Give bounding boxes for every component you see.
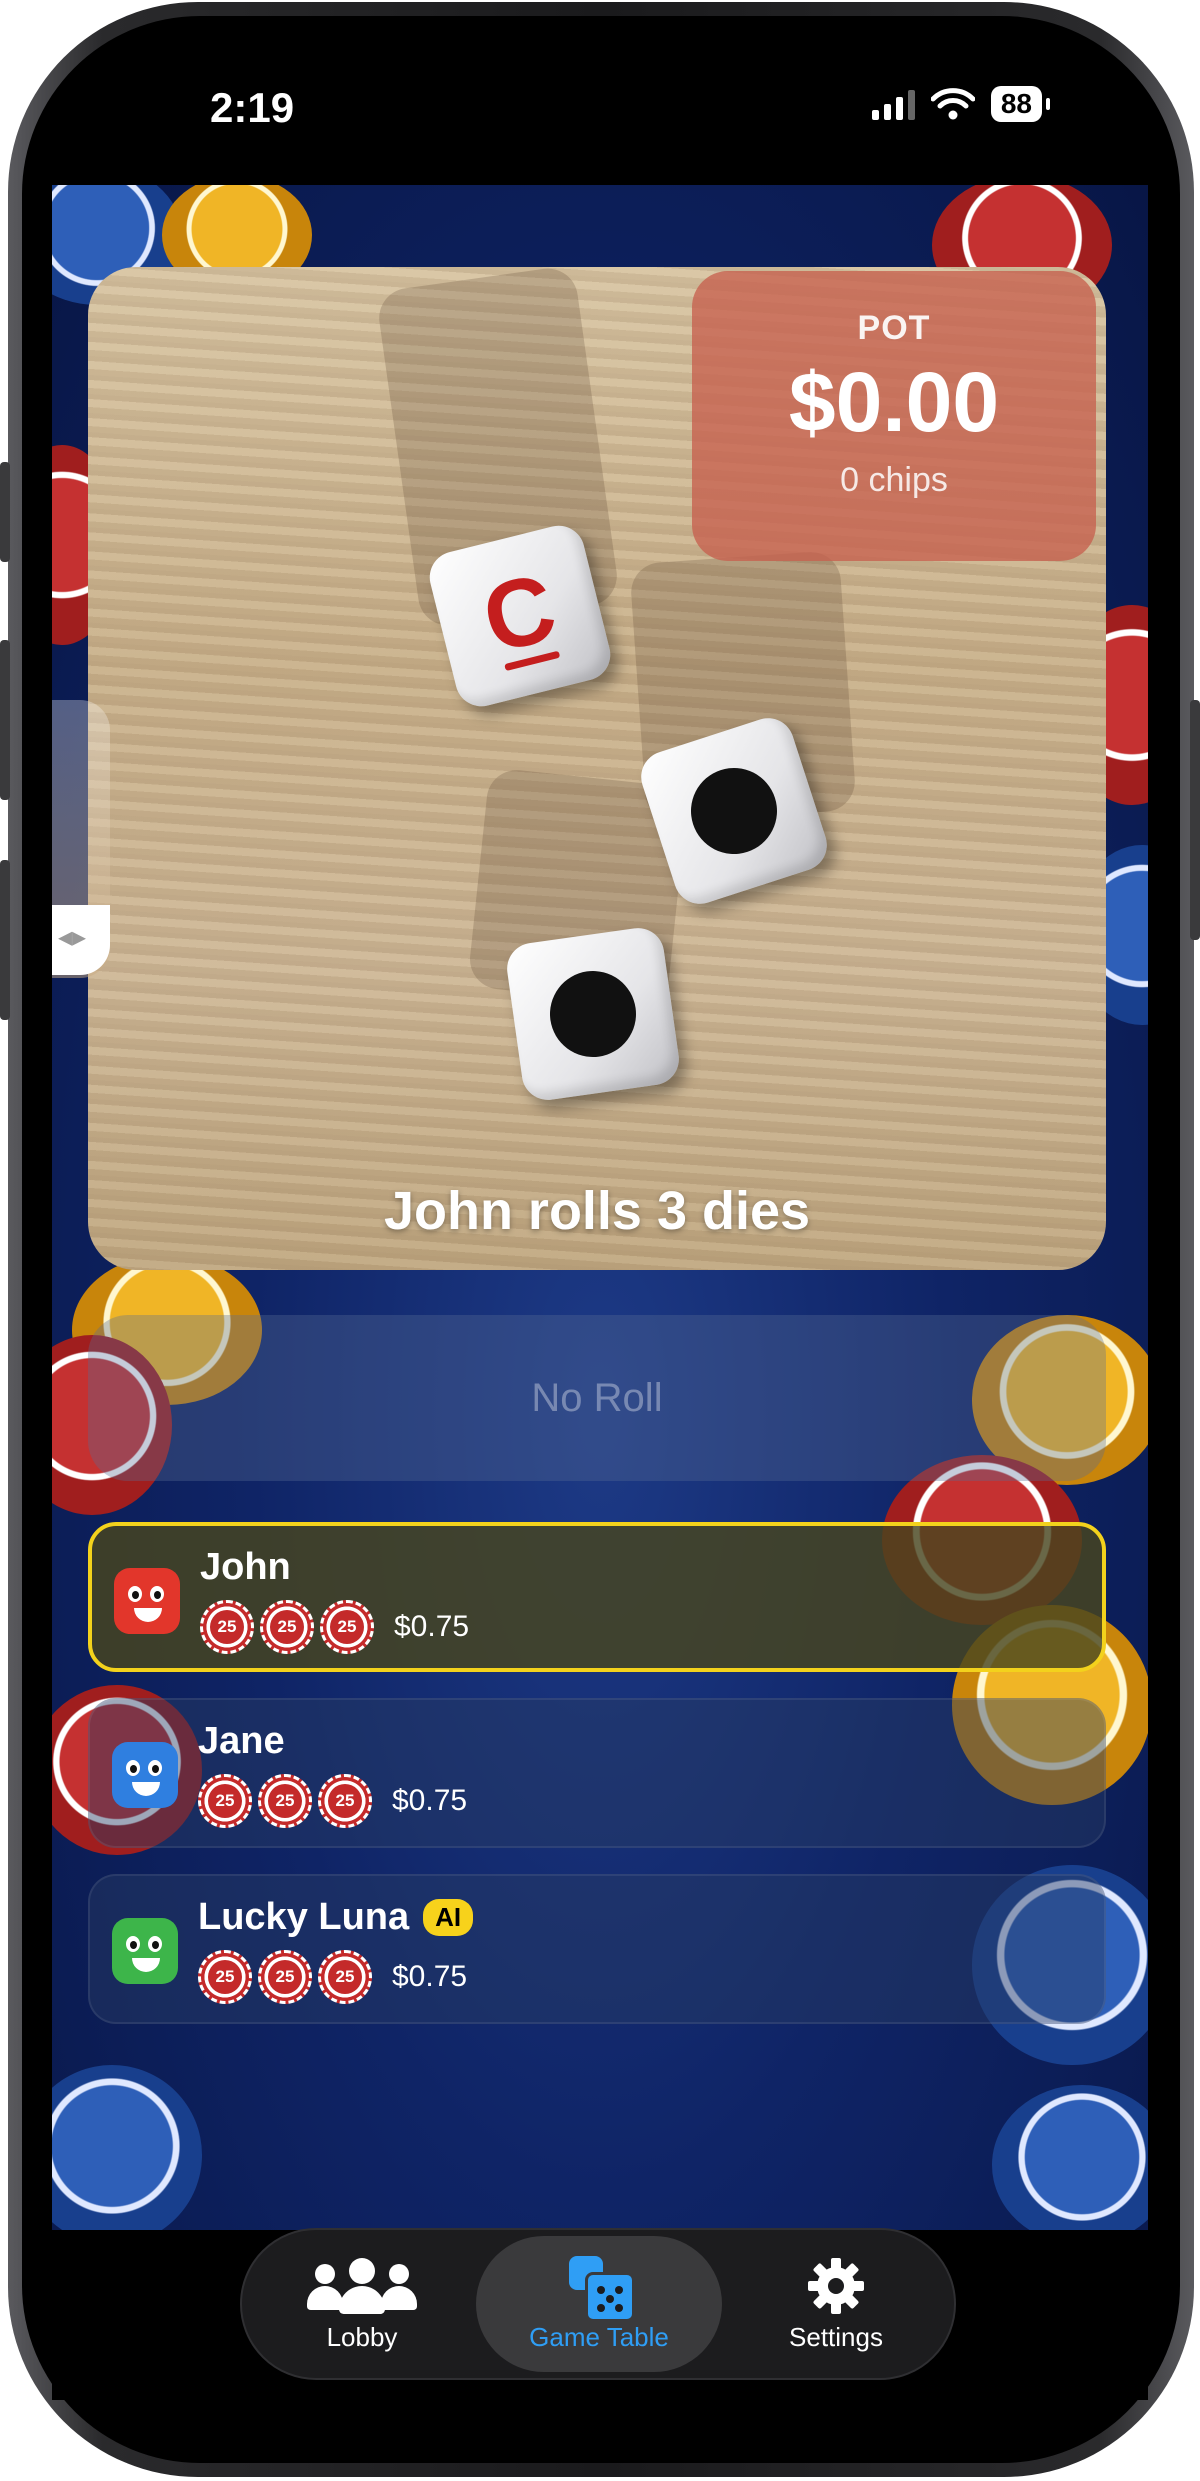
roll-caption: John rolls 3 dies [383,1181,811,1241]
player-name-text: Lucky Luna [198,1896,410,1938]
player-name: John [200,1546,291,1589]
die-pip [679,756,789,866]
decorative-chip [52,2065,202,2230]
battery-indicator: 88 [990,86,1051,122]
player-chips: 25 25 25 $0.75 [198,1774,467,1828]
player-name-text: John [200,1546,291,1588]
chip-value: 25 [328,1960,362,1994]
tab-lobby[interactable]: Lobby [262,2236,462,2372]
chip-icon: 25 [260,1600,314,1654]
player-name: Jane [198,1720,285,1763]
chip-icon: 25 [318,1774,372,1828]
chip-value: 25 [210,1610,244,1644]
decorative-chip [992,2085,1148,2230]
player-balance: $0.75 [392,1784,468,1817]
chip-value: 25 [208,1960,242,1994]
chip-icon: 25 [318,1950,372,2004]
gear-icon [806,2256,866,2316]
wifi-icon [930,88,975,120]
roll-button[interactable]: No Roll [88,1315,1106,1481]
chip-icon: 25 [258,1950,312,2004]
chip-icon: 25 [198,1950,252,2004]
player-row-jane[interactable]: Jane 25 25 25 $0.75 [88,1698,1106,1848]
pot-amount: $0.00 [788,355,1000,449]
player-balance: $0.75 [392,1960,468,1993]
pot-chip-count: 0 chips [840,461,948,499]
chip-icon: 25 [258,1774,312,1828]
side-button [0,860,10,1020]
tab-bar: Lobby Game Table Settings [240,2228,956,2380]
chip-value: 25 [270,1610,304,1644]
tab-settings[interactable]: Settings [736,2236,936,2372]
ai-badge: AI [423,1899,474,1936]
tab-label: Game Table [529,2321,669,2352]
player-chips: 25 25 25 $0.75 [198,1950,467,2004]
die-one-pip [503,924,683,1104]
player-name: Lucky Luna AI [198,1896,474,1939]
people-icon [307,2256,417,2316]
status-icons: 88 [871,86,1051,122]
player-balance: $0.75 [394,1610,470,1643]
player-row-lucky-luna[interactable]: Lucky Luna AI 25 25 25 $0.75 [88,1874,1106,2024]
pot-label: POT [857,309,931,347]
player-name-text: Jane [198,1720,285,1762]
tab-game-table[interactable]: Game Table [476,2236,722,2372]
side-button [1190,700,1200,940]
chip-value: 25 [268,1784,302,1818]
tab-label: Settings [789,2321,883,2352]
tab-label: Lobby [326,2321,398,2352]
expand-arrows-icon: ◂▸ [58,921,87,952]
side-button [0,462,10,562]
chip-value: 25 [268,1960,302,1994]
player-row-john[interactable]: John 25 25 25 $0.75 [88,1522,1106,1672]
red-die-avatar-icon [114,1568,180,1634]
chip-value: 25 [208,1784,242,1818]
blue-die-avatar-icon [112,1742,178,1808]
status-time: 2:19 [210,84,295,131]
chip-icon: 25 [320,1600,374,1654]
player-chips: 25 25 25 $0.75 [200,1600,469,1654]
green-die-avatar-icon [112,1918,178,1984]
chip-value: 25 [328,1784,362,1818]
chip-icon: 25 [198,1774,252,1828]
chip-icon: 25 [200,1600,254,1654]
pot-panel: POT $0.00 0 chips [692,271,1096,561]
die-pip [544,965,642,1063]
dice-board: POT $0.00 0 chips C John rolls 3 dies [88,267,1106,1270]
chip-value: 25 [330,1610,364,1644]
side-button [0,640,10,800]
cellular-signal-icon [871,88,915,120]
dice-icon [567,2255,635,2322]
